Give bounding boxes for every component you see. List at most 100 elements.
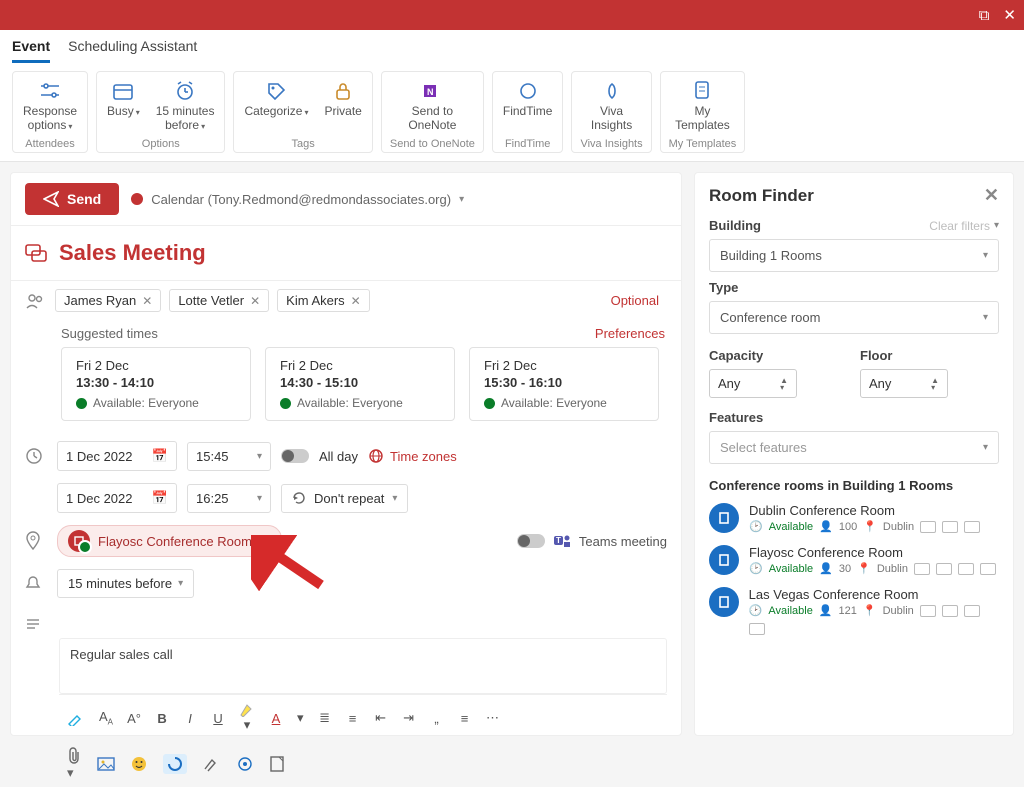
meeting-title-input[interactable]: Sales Meeting	[59, 240, 667, 266]
clear-filters-link[interactable]: Clear filters ▾	[929, 219, 999, 233]
bell-icon	[25, 575, 47, 593]
feature-audio-icon	[920, 605, 936, 617]
feature-video-icon	[964, 521, 980, 533]
attendee-chip[interactable]: Kim Akers✕	[277, 289, 370, 312]
attendee-chip[interactable]: Lotte Vetler✕	[169, 289, 269, 312]
timezones-link[interactable]: Time zones	[368, 448, 457, 464]
preferences-link[interactable]: Preferences	[595, 326, 665, 341]
feature-accessible-icon	[749, 623, 765, 635]
viva-insights-button[interactable]: Viva Insights	[589, 76, 634, 136]
quote-button[interactable]: „	[430, 711, 444, 726]
ribbon-tabs: Event Scheduling Assistant	[0, 30, 1024, 63]
globe-icon	[368, 448, 384, 464]
start-time-input[interactable]: 15:45▾	[187, 442, 271, 471]
alarm-clock-icon	[174, 80, 196, 102]
send-button[interactable]: Send	[25, 183, 119, 215]
close-room-finder-icon[interactable]: ✕	[984, 185, 999, 206]
private-button[interactable]: Private	[323, 76, 364, 122]
format-painter-icon[interactable]	[67, 710, 85, 726]
remove-location-icon[interactable]: ✕	[260, 533, 271, 549]
number-list-button[interactable]: ≡	[346, 711, 360, 726]
suggested-time-card[interactable]: Fri 2 Dec 13:30 - 14:10 Available: Every…	[61, 347, 251, 421]
font-size-icon[interactable]: A°	[127, 711, 141, 726]
indent-button[interactable]: ⇥	[402, 710, 416, 726]
tab-scheduling-assistant[interactable]: Scheduling Assistant	[68, 38, 197, 63]
my-templates-button[interactable]: My Templates	[673, 76, 732, 136]
scheduling-poll-button[interactable]	[269, 755, 285, 773]
room-result[interactable]: Dublin Conference Room 🕑Available 👤100 📍…	[709, 503, 999, 533]
rooms-list-heading: Conference rooms in Building 1 Rooms	[709, 478, 999, 493]
font-family-icon[interactable]: AA	[99, 709, 113, 727]
feature-audio-icon	[914, 563, 930, 575]
more-format-button[interactable]: ⋯	[486, 710, 500, 726]
suggested-time-card[interactable]: Fri 2 Dec 14:30 - 15:10 Available: Every…	[265, 347, 455, 421]
ribbon-group-findtime: FindTime FindTime	[492, 71, 564, 153]
align-button[interactable]: ≡	[458, 711, 472, 726]
feature-display-icon	[942, 521, 958, 533]
lock-icon	[332, 80, 354, 102]
optional-attendees-link[interactable]: Optional	[611, 293, 659, 308]
format-toolbar: AA A° B I U ▾ A▾ ≣ ≡ ⇤ ⇥ „ ≡ ⋯	[59, 694, 667, 741]
remove-attendee-icon[interactable]: ✕	[142, 294, 152, 308]
remove-attendee-icon[interactable]: ✕	[351, 294, 361, 308]
categorize-button[interactable]: Categorize	[242, 76, 310, 122]
findtime-button[interactable]: FindTime	[501, 76, 555, 122]
floor-input[interactable]: Any▲▾	[860, 369, 948, 398]
italic-button[interactable]: I	[183, 711, 197, 726]
bold-button[interactable]: B	[155, 711, 169, 726]
bullet-list-button[interactable]: ≣	[318, 710, 332, 726]
features-select[interactable]: Select features▾	[709, 431, 999, 464]
dictate-button[interactable]	[237, 756, 253, 772]
available-dot-icon	[280, 398, 291, 409]
response-options-button[interactable]: Response options	[21, 76, 79, 136]
suggested-times-list: Fri 2 Dec 13:30 - 14:10 Available: Every…	[25, 347, 667, 435]
people-icon	[25, 292, 47, 310]
room-avatar-icon	[709, 545, 739, 575]
capacity-input[interactable]: Any▲▾	[709, 369, 797, 398]
suggested-time-card[interactable]: Fri 2 Dec 15:30 - 16:10 Available: Every…	[469, 347, 659, 421]
room-result[interactable]: Flayosc Conference Room 🕑Available 👤30 📍…	[709, 545, 999, 575]
clock-small-icon: 🕑	[749, 520, 763, 533]
send-to-onenote-button[interactable]: N Send to OneNote	[406, 76, 458, 136]
insert-signature-button[interactable]	[203, 756, 221, 772]
attach-button[interactable]: ▾	[67, 747, 81, 781]
room-finder-title: Room Finder	[709, 186, 814, 206]
close-window-icon[interactable]: ✕	[1003, 6, 1016, 24]
insert-loop-button[interactable]	[163, 754, 187, 774]
highlight-button[interactable]: ▾	[239, 703, 255, 733]
teams-meeting-toggle[interactable]	[517, 534, 545, 548]
popout-icon[interactable]: ⧉	[979, 7, 990, 24]
font-color-button[interactable]: A	[269, 711, 283, 726]
outdent-button[interactable]: ⇤	[374, 710, 388, 726]
attendee-chip[interactable]: James Ryan✕	[55, 289, 161, 312]
end-time-input[interactable]: 16:25▾	[187, 484, 271, 513]
start-date-input[interactable]: 1 Dec 2022📅	[57, 441, 177, 471]
templates-icon	[691, 80, 713, 102]
busy-button[interactable]: Busy	[105, 76, 142, 122]
meeting-body-input[interactable]: Regular sales call	[59, 638, 667, 694]
location-chip[interactable]: Flayosc Conference Room ✕	[57, 525, 282, 557]
ribbon-group-options: Busy 15 minutes before Options	[96, 71, 225, 153]
reminder-button[interactable]: 15 minutes before	[154, 76, 217, 136]
room-result[interactable]: Las Vegas Conference Room 🕑Available 👤12…	[709, 587, 999, 635]
type-select[interactable]: Conference room▾	[709, 301, 999, 334]
building-select[interactable]: Building 1 Rooms▾	[709, 239, 999, 272]
calendar-selector[interactable]: Calendar (Tony.Redmond@redmondassociates…	[131, 192, 464, 207]
tab-event[interactable]: Event	[12, 38, 50, 63]
location-pin-icon	[25, 531, 47, 551]
insert-emoji-button[interactable]	[131, 756, 147, 772]
underline-button[interactable]: U	[211, 711, 225, 726]
person-small-icon: 👤	[819, 604, 833, 617]
discussion-icon	[25, 243, 47, 263]
ribbon-group-attendees: Response options Attendees	[12, 71, 88, 153]
repeat-icon	[292, 491, 306, 505]
ribbon: Response options Attendees Busy 15 minut…	[0, 63, 1024, 162]
reminder-select[interactable]: 15 minutes before▾	[57, 569, 194, 598]
end-date-input[interactable]: 1 Dec 2022📅	[57, 483, 177, 513]
feature-display-icon	[942, 605, 958, 617]
remove-attendee-icon[interactable]: ✕	[250, 294, 260, 308]
person-small-icon: 👤	[819, 562, 833, 575]
recurrence-select[interactable]: Don't repeat▾	[281, 484, 408, 513]
all-day-toggle[interactable]	[281, 449, 309, 463]
insert-picture-button[interactable]	[97, 757, 115, 771]
